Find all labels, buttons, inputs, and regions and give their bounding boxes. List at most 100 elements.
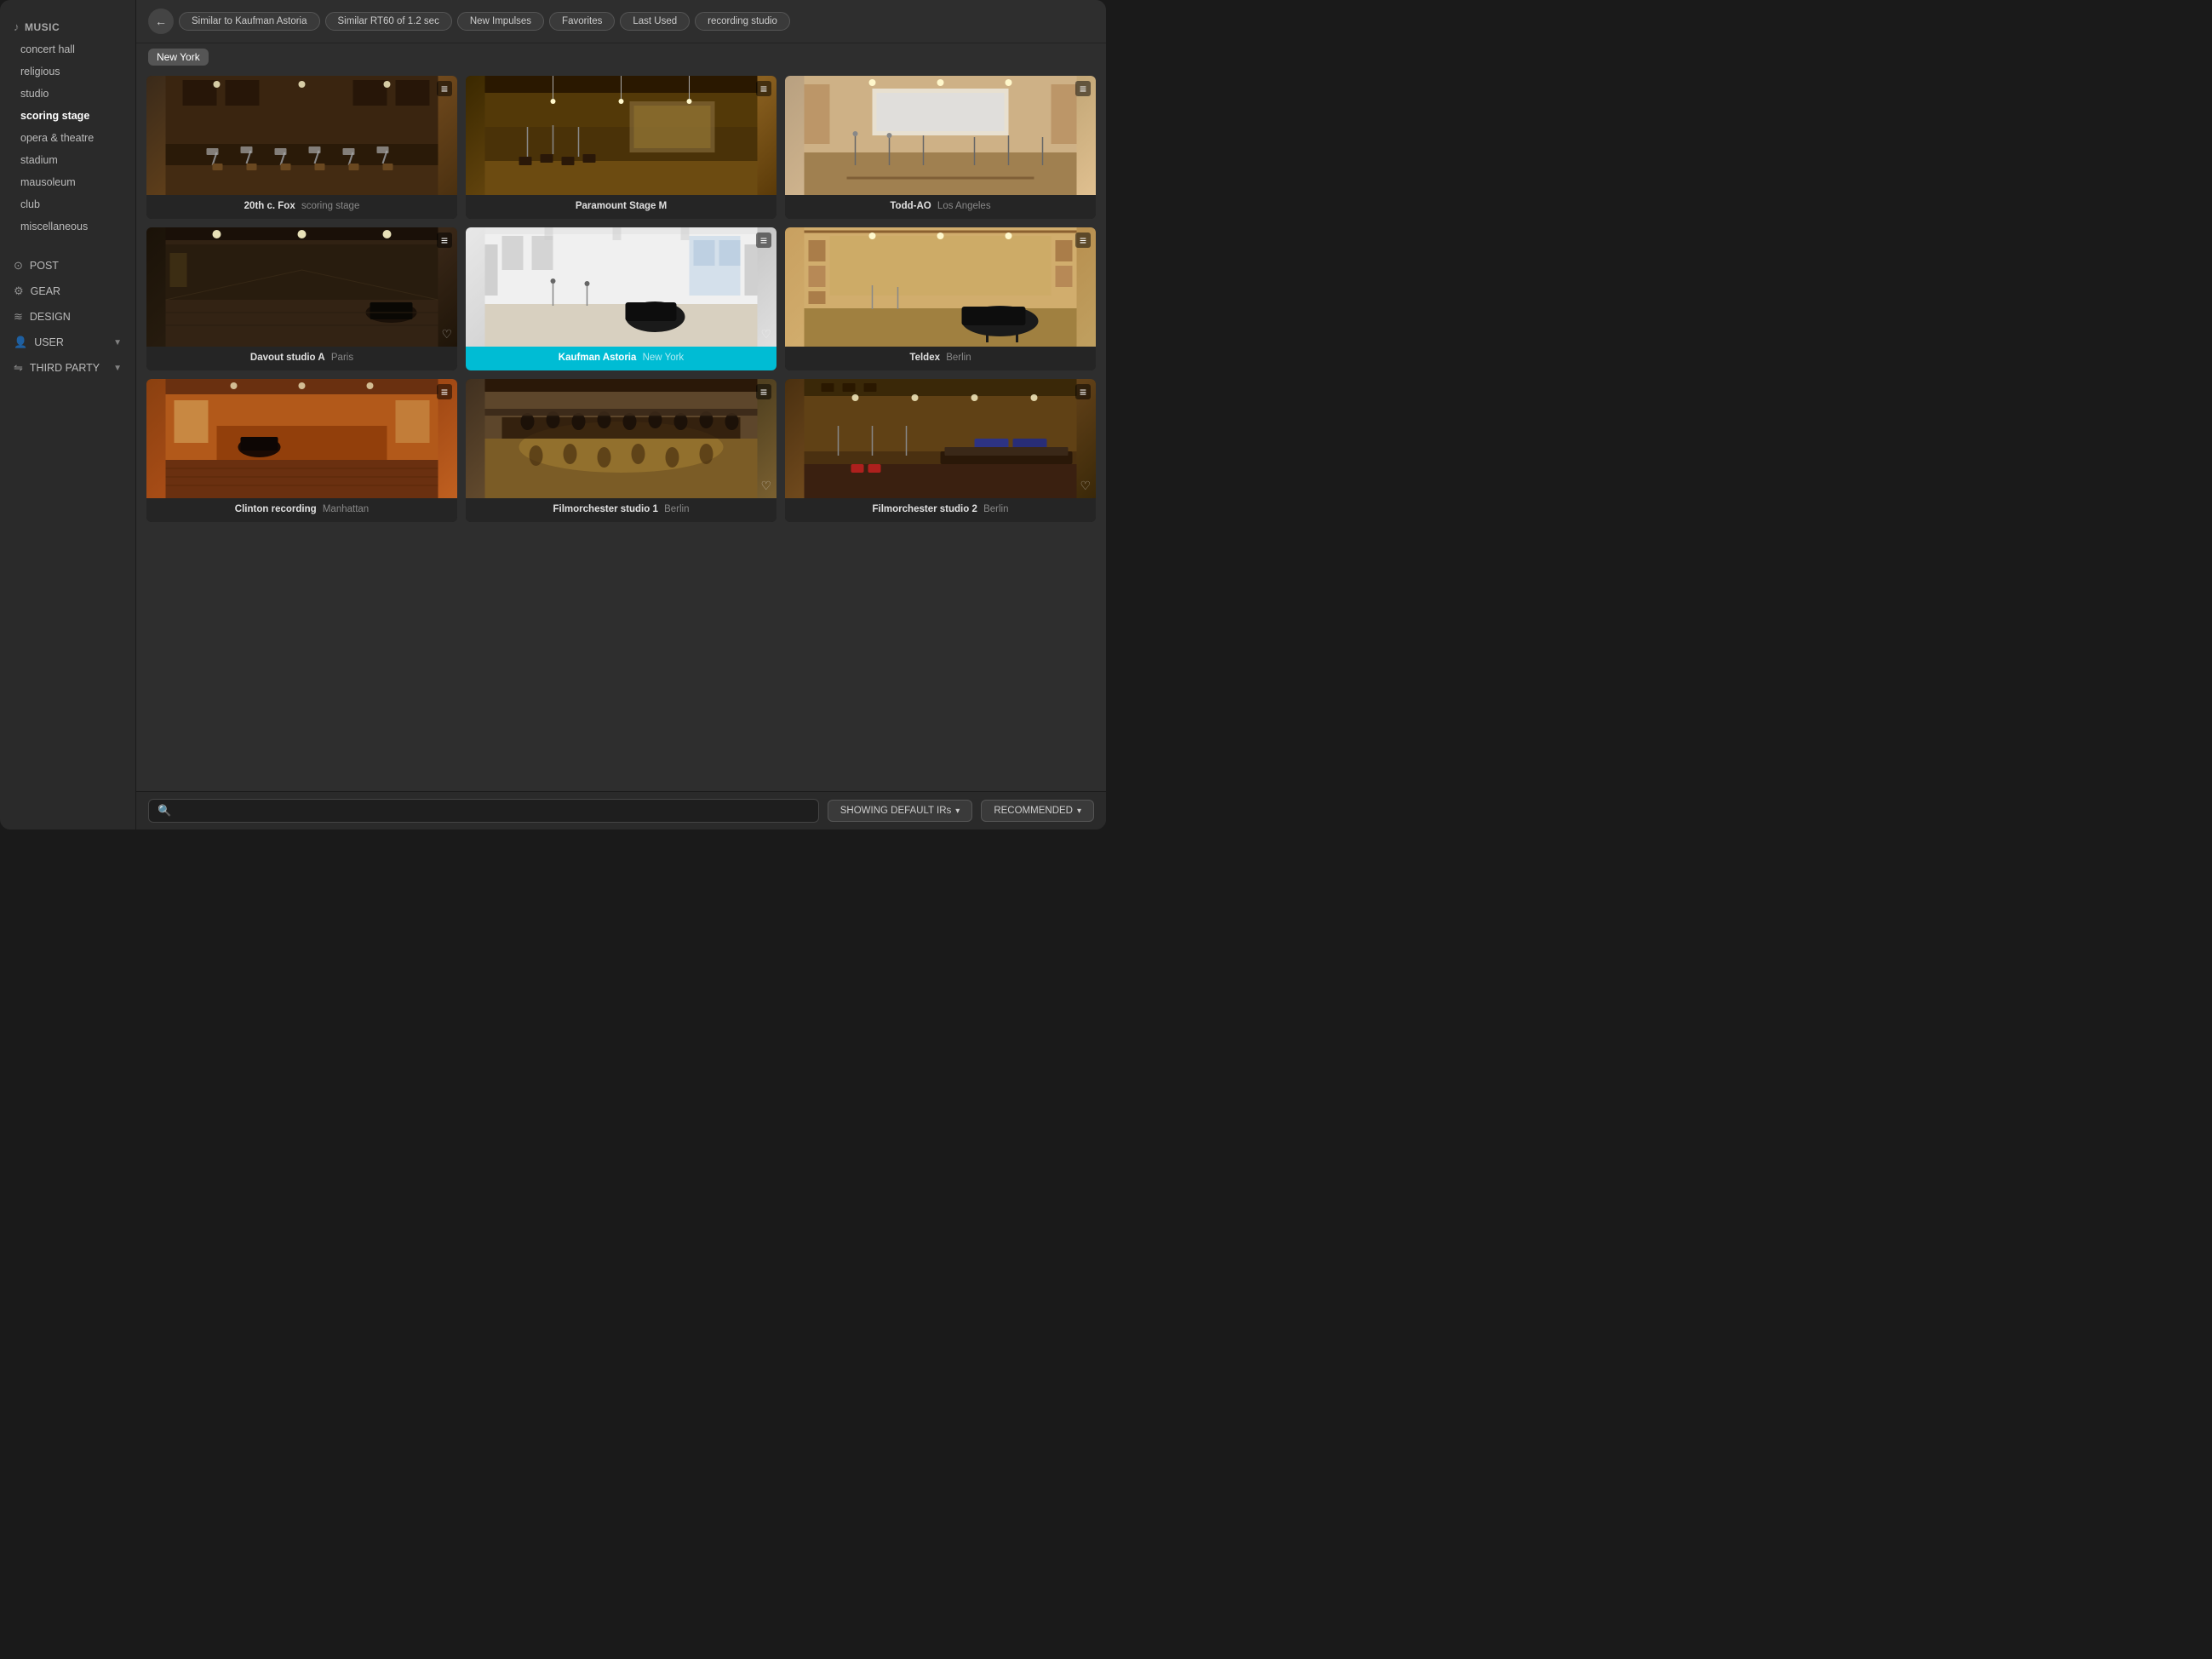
venue-label-20fox: 20th c. Fox scoring stage bbox=[146, 195, 457, 219]
venue-name-clinton: Clinton recording bbox=[235, 504, 317, 514]
card-menu-filmo2[interactable]: ≡ bbox=[1075, 384, 1091, 399]
recommended-button[interactable]: RECOMMENDED ▾ bbox=[981, 800, 1094, 822]
venue-thumb-davout: ≡ ♡ bbox=[146, 227, 457, 347]
venue-name-davout: Davout studio A bbox=[250, 353, 325, 363]
user-icon: 👤 bbox=[14, 336, 27, 349]
venue-sub-20fox: scoring stage bbox=[301, 201, 359, 211]
venue-label-filmo1: Filmorchester studio 1 Berlin bbox=[466, 498, 776, 522]
main-content: ← Similar to Kaufman Astoria Similar RT6… bbox=[136, 0, 1106, 830]
card-heart-kaufman[interactable]: ♡ bbox=[760, 327, 771, 342]
sidebar-item-concert-hall[interactable]: concert hall bbox=[0, 38, 135, 60]
location-tag-label: New York bbox=[157, 51, 200, 63]
post-label: POST bbox=[30, 260, 59, 272]
music-section: ♪ MUSIC concert hall religious studio sc… bbox=[0, 17, 135, 238]
venue-thumb-filmo1: ≡ ♡ bbox=[466, 379, 776, 498]
card-heart-davout[interactable]: ♡ bbox=[441, 327, 452, 342]
venue-sub-kaufman: New York bbox=[643, 353, 685, 363]
card-menu-teldex[interactable]: ≡ bbox=[1075, 232, 1091, 248]
sidebar-item-studio[interactable]: studio bbox=[0, 83, 135, 105]
app-container: ♪ MUSIC concert hall religious studio sc… bbox=[0, 0, 1106, 830]
card-menu-kaufman[interactable]: ≡ bbox=[756, 232, 771, 248]
venue-card-filmo2[interactable]: ≡ ♡ Filmorchester studio 2 Berlin bbox=[785, 379, 1096, 522]
card-menu-toddao[interactable]: ≡ bbox=[1075, 81, 1091, 96]
filter-chip-similar-kaufman[interactable]: Similar to Kaufman Astoria bbox=[179, 12, 320, 31]
design-label: DESIGN bbox=[30, 311, 71, 323]
search-icon: 🔍 bbox=[158, 804, 171, 818]
venue-thumb-20fox: ≡ bbox=[146, 76, 457, 195]
showing-default-irs-button[interactable]: SHOWING DEFAULT IRs ▾ bbox=[828, 800, 973, 822]
third-party-expand-arrow: ▼ bbox=[113, 364, 122, 373]
music-header: ♪ MUSIC bbox=[0, 17, 135, 38]
filter-chip-favorites[interactable]: Favorites bbox=[549, 12, 615, 31]
filter-chip-new-impulses[interactable]: New Impulses bbox=[457, 12, 544, 31]
venue-name-filmo2: Filmorchester studio 2 bbox=[873, 504, 977, 514]
user-expand-arrow: ▼ bbox=[113, 338, 122, 347]
third-party-label: THIRD PARTY bbox=[30, 362, 100, 374]
sidebar-item-stadium[interactable]: stadium bbox=[0, 149, 135, 171]
search-wrap: 🔍 bbox=[148, 799, 819, 823]
venue-sub-teldex: Berlin bbox=[946, 353, 971, 363]
recommended-label: RECOMMENDED bbox=[994, 806, 1073, 816]
sidebar-third-party[interactable]: ⇋ THIRD PARTY ▼ bbox=[0, 355, 135, 381]
card-heart-filmo2[interactable]: ♡ bbox=[1080, 479, 1091, 493]
design-icon: ≋ bbox=[14, 310, 23, 324]
venue-card-paramount[interactable]: ≡ Paramount Stage M bbox=[466, 76, 776, 219]
venue-card-filmo1[interactable]: ≡ ♡ Filmorchester studio 1 Berlin bbox=[466, 379, 776, 522]
card-menu-clinton[interactable]: ≡ bbox=[437, 384, 452, 399]
venue-thumb-filmo2: ≡ ♡ bbox=[785, 379, 1096, 498]
venue-label-toddao: Todd-AO Los Angeles bbox=[785, 195, 1096, 219]
venue-card-teldex[interactable]: ≡ Teldex Berlin bbox=[785, 227, 1096, 370]
card-menu-20fox[interactable]: ≡ bbox=[437, 81, 452, 96]
gear-label: GEAR bbox=[31, 285, 60, 297]
venue-name-filmo1: Filmorchester studio 1 bbox=[553, 504, 658, 514]
card-menu-filmo1[interactable]: ≡ bbox=[756, 384, 771, 399]
sidebar-item-mausoleum[interactable]: mausoleum bbox=[0, 171, 135, 193]
back-button[interactable]: ← bbox=[148, 9, 174, 34]
card-menu-davout[interactable]: ≡ bbox=[437, 232, 452, 248]
card-heart-filmo1[interactable]: ♡ bbox=[760, 479, 771, 493]
venue-name-paramount: Paramount Stage M bbox=[576, 201, 667, 211]
venue-thumb-clinton: ≡ bbox=[146, 379, 457, 498]
venue-card-clinton[interactable]: ≡ Clinton recording Manhattan bbox=[146, 379, 457, 522]
sidebar-user[interactable]: 👤 USER ▼ bbox=[0, 330, 135, 355]
showing-default-irs-label: SHOWING DEFAULT IRs bbox=[840, 806, 952, 816]
venue-card-davout[interactable]: ≡ ♡ Davout studio A Paris bbox=[146, 227, 457, 370]
sidebar-gear[interactable]: ⚙ GEAR bbox=[0, 278, 135, 304]
venue-label-clinton: Clinton recording Manhattan bbox=[146, 498, 457, 522]
sidebar-item-club[interactable]: club bbox=[0, 193, 135, 215]
venue-sub-clinton: Manhattan bbox=[323, 504, 369, 514]
venue-label-kaufman: Kaufman Astoria New York bbox=[466, 347, 776, 370]
sidebar-item-scoring-stage[interactable]: scoring stage bbox=[0, 105, 135, 127]
sidebar-item-religious[interactable]: religious bbox=[0, 60, 135, 83]
search-input[interactable] bbox=[176, 805, 810, 817]
filter-bar: ← Similar to Kaufman Astoria Similar RT6… bbox=[136, 0, 1106, 43]
recommended-arrow-icon: ▾ bbox=[1077, 807, 1081, 816]
venue-sub-davout: Paris bbox=[331, 353, 353, 363]
sidebar-design[interactable]: ≋ DESIGN bbox=[0, 304, 135, 330]
music-label: MUSIC bbox=[25, 21, 60, 33]
filter-chip-last-used[interactable]: Last Used bbox=[620, 12, 690, 31]
bottom-bar: 🔍 SHOWING DEFAULT IRs ▾ RECOMMENDED ▾ bbox=[136, 791, 1106, 830]
user-label: USER bbox=[34, 336, 64, 348]
sidebar-item-opera-theatre[interactable]: opera & theatre bbox=[0, 127, 135, 149]
venue-sub-filmo1: Berlin bbox=[664, 504, 689, 514]
venue-label-filmo2: Filmorchester studio 2 Berlin bbox=[785, 498, 1096, 522]
location-tag[interactable]: New York bbox=[148, 49, 209, 66]
venue-card-toddao[interactable]: ≡ Todd-AO Los Angeles bbox=[785, 76, 1096, 219]
third-party-icon: ⇋ bbox=[14, 361, 23, 375]
venue-thumb-toddao: ≡ bbox=[785, 76, 1096, 195]
venue-label-paramount: Paramount Stage M bbox=[466, 195, 776, 219]
filter-chip-recording-studio[interactable]: recording studio bbox=[695, 12, 790, 31]
sidebar-item-miscellaneous[interactable]: miscellaneous bbox=[0, 215, 135, 238]
venue-sub-toddao: Los Angeles bbox=[937, 201, 991, 211]
filter-chip-similar-rt60[interactable]: Similar RT60 of 1.2 sec bbox=[325, 12, 452, 31]
venue-card-kaufman[interactable]: ≡ ♡ Kaufman Astoria New York bbox=[466, 227, 776, 370]
venue-name-toddao: Todd-AO bbox=[890, 201, 931, 211]
venue-grid-area: ≡ 20th c. Fox scoring stage bbox=[136, 69, 1106, 791]
venue-name-teldex: Teldex bbox=[909, 353, 940, 363]
card-menu-paramount[interactable]: ≡ bbox=[756, 81, 771, 96]
location-bar: New York bbox=[136, 43, 1106, 69]
sidebar-post[interactable]: ⊙ POST bbox=[0, 253, 135, 278]
venue-label-teldex: Teldex Berlin bbox=[785, 347, 1096, 370]
venue-card-20fox[interactable]: ≡ 20th c. Fox scoring stage bbox=[146, 76, 457, 219]
